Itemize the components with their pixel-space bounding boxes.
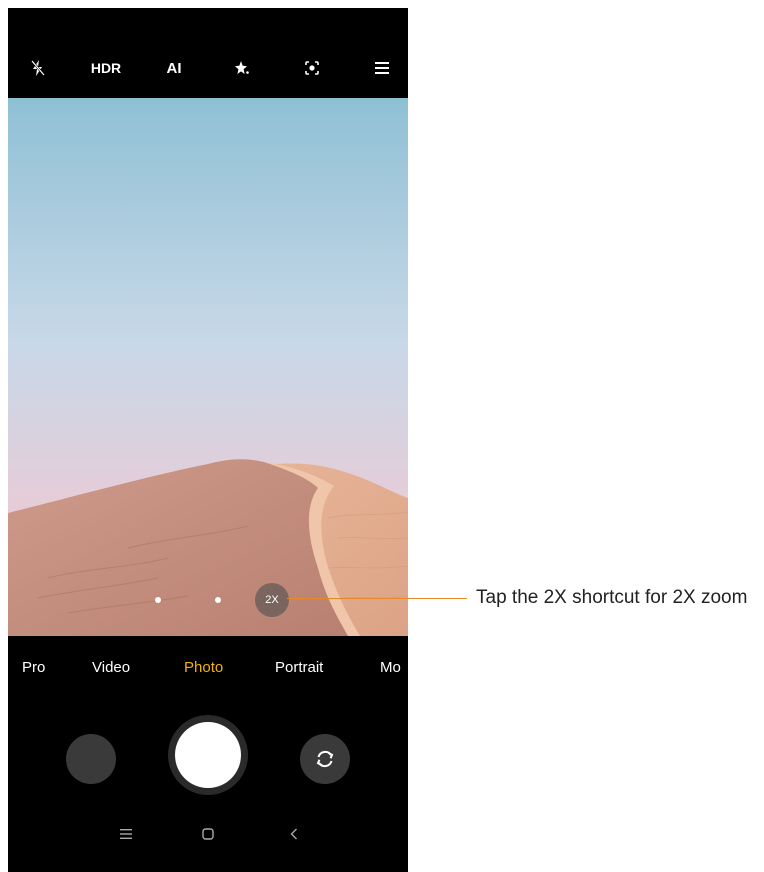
switch-camera-button[interactable] <box>300 734 350 784</box>
shutter-button[interactable] <box>168 715 248 795</box>
gallery-thumbnail[interactable] <box>66 734 116 784</box>
mode-video[interactable]: Video <box>92 659 130 676</box>
desert-dune-preview <box>8 98 408 636</box>
system-nav-bar <box>8 816 408 856</box>
mode-selector: Pro Video Photo Portrait Mo <box>8 653 408 683</box>
sparkle-icon[interactable] <box>230 56 254 80</box>
ai-toggle[interactable]: AI <box>162 56 186 80</box>
shutter-inner <box>175 722 241 788</box>
back-icon[interactable] <box>286 826 302 842</box>
mode-more[interactable]: Mo <box>380 659 401 676</box>
zoom-ultrawide-dot[interactable] <box>215 597 221 603</box>
recents-icon[interactable] <box>118 826 134 842</box>
switch-camera-icon <box>316 751 334 767</box>
callout-leader-line <box>287 598 467 599</box>
mode-portrait[interactable]: Portrait <box>275 659 323 676</box>
camera-top-bar: HDR AI <box>8 8 408 98</box>
google-lens-icon[interactable] <box>300 56 324 80</box>
zoom-2x-label: 2X <box>265 594 279 606</box>
hamburger-menu-icon[interactable] <box>370 56 394 80</box>
camera-viewfinder[interactable] <box>8 98 408 636</box>
home-icon[interactable] <box>200 826 216 842</box>
zoom-2x-button[interactable]: 2X <box>255 583 289 617</box>
camera-app-screen: HDR AI 2X Pro Video Photo Portrait Mo <box>8 8 408 872</box>
hdr-label: HDR <box>90 60 122 76</box>
flash-off-icon[interactable] <box>26 56 50 80</box>
mode-pro[interactable]: Pro <box>22 659 45 676</box>
mode-photo[interactable]: Photo <box>184 659 223 676</box>
ai-label: AI <box>166 59 182 77</box>
hdr-toggle[interactable]: HDR <box>86 56 126 80</box>
zoom-1x-dot[interactable] <box>155 597 161 603</box>
callout-text: Tap the 2X shortcut for 2X zoom <box>476 587 748 608</box>
